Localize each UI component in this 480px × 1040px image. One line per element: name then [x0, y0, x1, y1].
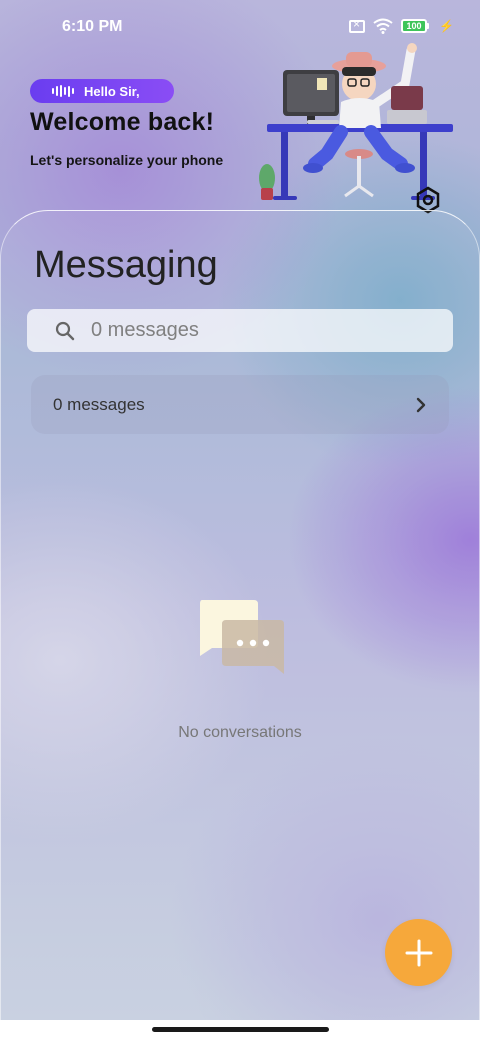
search-input[interactable] — [91, 319, 391, 342]
charging-bolt-icon: ⚡ — [439, 19, 454, 33]
summary-label: 0 messages — [53, 394, 145, 414]
page-title: Messaging — [34, 244, 218, 286]
status-time: 6:10 PM — [62, 18, 123, 35]
welcome-title: Welcome back! — [30, 108, 215, 136]
screen: 6:10 PM 100 ⚡ Hello Sir, Welcome back! L… — [0, 0, 480, 1020]
welcome-subtitle: Let's personalize your phone — [30, 152, 224, 168]
voice-wave-icon — [52, 85, 74, 97]
wifi-icon — [373, 18, 393, 34]
status-icons: 100 ⚡ — [349, 17, 454, 34]
person-at-desk-illustration — [259, 43, 453, 214]
empty-state-text: No conversations — [178, 724, 302, 741]
greeting-pill: Hello Sir, — [30, 79, 174, 103]
plus-icon — [405, 939, 432, 966]
chevron-right-icon — [416, 397, 426, 412]
battery-level: 100 — [401, 19, 428, 33]
sim-off-icon — [349, 17, 366, 33]
search-icon — [55, 321, 75, 340]
message-summary-row[interactable]: 0 messages — [31, 375, 449, 434]
greeting-text: Hello Sir, — [84, 83, 140, 99]
search-bar[interactable] — [27, 309, 453, 352]
home-indicator[interactable] — [152, 1027, 329, 1032]
chat-bubbles-icon — [200, 600, 284, 674]
battery-icon: 100 — [401, 19, 430, 33]
new-message-button[interactable] — [385, 919, 452, 986]
